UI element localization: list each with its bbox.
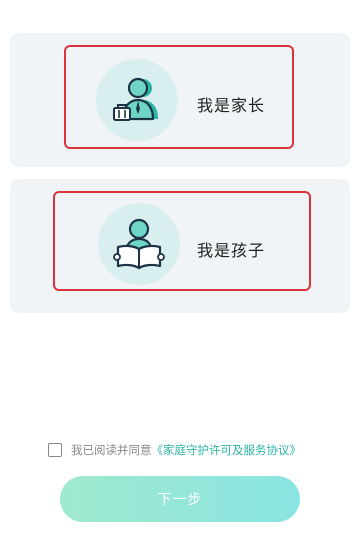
- child-role-label: 我是孩子: [197, 241, 266, 260]
- parent-role-label: 我是家长: [197, 96, 266, 115]
- service-agreement-link[interactable]: 《家庭守护许可及服务协议》: [152, 442, 302, 458]
- child-role-option[interactable]: [53, 191, 311, 291]
- child-reading-book-icon: [98, 203, 180, 285]
- next-button[interactable]: 下一步: [60, 476, 300, 522]
- agreement-checkbox[interactable]: [48, 443, 62, 457]
- agreement-text: 我已阅读并同意: [71, 443, 152, 457]
- agreement-row: 我已阅读并同意 《家庭守护许可及服务协议》: [48, 441, 301, 459]
- parent-with-briefcase-icon: [96, 59, 178, 141]
